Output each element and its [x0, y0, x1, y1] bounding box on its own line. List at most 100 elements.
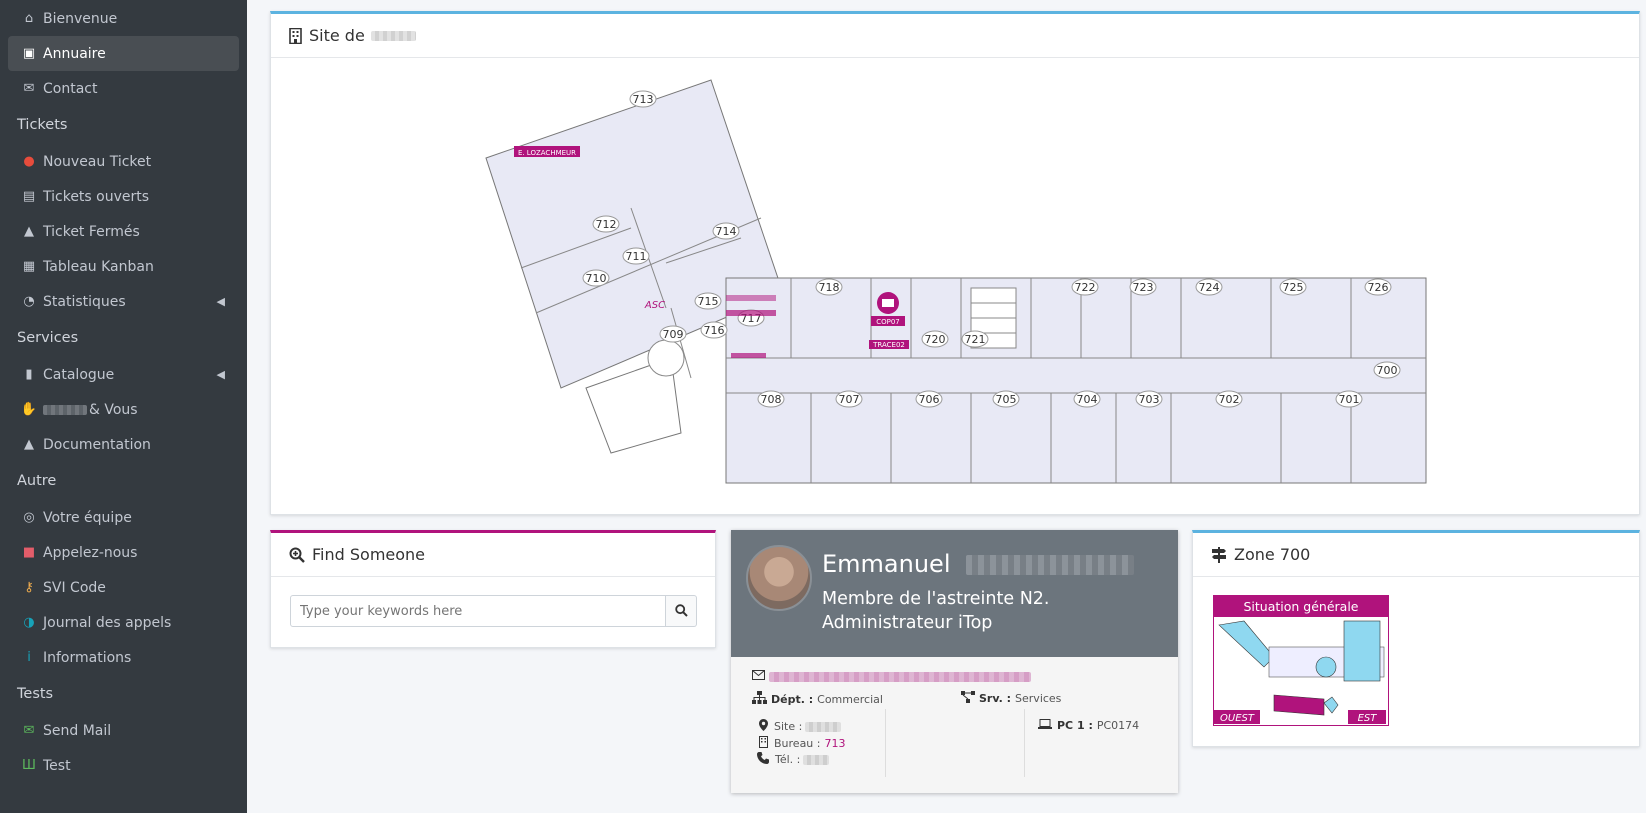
search-button[interactable]	[666, 595, 697, 627]
redacted-email[interactable]	[769, 671, 1031, 682]
room-710[interactable]: 710	[582, 269, 610, 287]
sidebar-item-label: Statistiques	[43, 293, 126, 310]
room-723[interactable]: 723	[1129, 278, 1157, 296]
room-705[interactable]: 705	[992, 390, 1020, 408]
divider	[1024, 709, 1025, 777]
sidebar-item-votre-equipe[interactable]: ◎ Votre équipe	[8, 500, 239, 535]
room-724[interactable]: 724	[1195, 278, 1223, 296]
phone-icon	[757, 752, 769, 767]
device-tag[interactable]: TRACE02	[872, 341, 905, 349]
sidebar-item-annuaire[interactable]: ▣ Annuaire	[8, 36, 239, 71]
room-label: 718	[819, 281, 840, 294]
search-group	[290, 595, 697, 627]
avatar	[746, 545, 812, 611]
sidebar-item-label: & Vous	[89, 401, 138, 418]
graduation-cap-icon: ▲	[24, 437, 34, 452]
room-726[interactable]: 726	[1364, 278, 1392, 296]
zone-title: Zone 700	[1234, 545, 1311, 564]
sidebar-item-informations[interactable]: i Informations	[8, 640, 239, 675]
find-someone-header: Find Someone	[271, 533, 715, 577]
sidebar-item-statistiques[interactable]: ◔ Statistiques ◀	[8, 284, 239, 319]
sidebar-item-send-mail[interactable]: ✉ Send Mail	[8, 713, 239, 748]
laptop-icon	[1038, 719, 1052, 732]
sidebar-item-svi-code[interactable]: ⚷ SVI Code	[8, 570, 239, 605]
room-716[interactable]: 716	[700, 321, 728, 339]
site-label: Site :	[774, 720, 803, 733]
sidebar-item-ticket-fermes[interactable]: ▲ Ticket Fermés	[8, 214, 239, 249]
room-702[interactable]: 702	[1215, 390, 1243, 408]
person-tag[interactable]: E. LOZACHMEUR	[518, 149, 576, 157]
room-700[interactable]: 700	[1373, 361, 1401, 379]
sidebar-item-appelez-nous[interactable]: ■ Appelez-nous	[8, 535, 239, 570]
sidebar-item-contact[interactable]: ✉ Contact	[8, 71, 239, 106]
sidebar-item-label: Journal des appels	[43, 614, 172, 631]
site-map-header: Site de	[271, 14, 1639, 58]
dept-row: Dépt. : Commercial	[752, 691, 883, 707]
room-703[interactable]: 703	[1135, 390, 1163, 408]
sidebar-item-tableau-kanban[interactable]: ▦ Tableau Kanban	[8, 249, 239, 284]
floor-plan[interactable]: 713712714711710ASC 715716709717718720 7217…	[271, 58, 1639, 514]
envelope-icon: ✉	[23, 81, 35, 96]
sidebar-item-vous[interactable]: ✋ & Vous	[8, 392, 239, 427]
sidebar-item-label: SVI Code	[43, 579, 106, 596]
room-ASC[interactable]: ASC	[644, 300, 665, 311]
room-713[interactable]: 713	[629, 90, 657, 108]
headset-icon: ◑	[23, 615, 35, 630]
room-label: 711	[626, 250, 647, 263]
profile-role-1: Membre de l'astreinte N2.	[822, 589, 1050, 609]
pc-row: PC 1 : PC0174	[1038, 719, 1139, 732]
room-label: 701	[1339, 393, 1360, 406]
bureau-label: Bureau :	[774, 737, 821, 750]
map-marker-icon	[759, 719, 768, 734]
sidebar-item-documentation[interactable]: ▲ Documentation	[8, 427, 239, 462]
zone-overview-map: OUEST EST	[1214, 620, 1386, 724]
room-718[interactable]: 718	[815, 278, 843, 296]
tachometer-icon: ◔	[23, 294, 35, 309]
room-708[interactable]: 708	[757, 390, 785, 408]
bureau-value[interactable]: 713	[824, 737, 845, 750]
info-icon: i	[27, 650, 31, 665]
zone-map-thumbnail[interactable]: Situation générale OUEST EST	[1213, 595, 1389, 726]
room-714[interactable]: 714	[712, 222, 740, 240]
sidebar-item-test[interactable]: Ш Test	[8, 748, 239, 783]
room-709[interactable]: 709	[659, 325, 687, 343]
sidebar-item-catalogue[interactable]: ▮ Catalogue ◀	[8, 357, 239, 392]
search-plus-icon	[289, 547, 305, 563]
printer-tag[interactable]: COP07	[876, 318, 900, 326]
sidebar: ⌂ Bienvenue ▣ Annuaire ✉ Contact Tickets ● Nouve…	[0, 0, 247, 813]
sidebar-item-bienvenue[interactable]: ⌂ Bienvenue	[8, 1, 239, 36]
room-712[interactable]: 712	[592, 215, 620, 233]
room-720[interactable]: 720	[921, 330, 949, 348]
sidebar-item-tickets-ouverts[interactable]: ▤ Tickets ouverts	[8, 179, 239, 214]
key-icon: ⚷	[24, 580, 34, 595]
room-label: 702	[1219, 393, 1240, 406]
room-label: ASC	[644, 300, 665, 311]
search-icon	[674, 602, 688, 621]
search-input[interactable]	[290, 595, 666, 627]
sidebar-item-nouveau-ticket[interactable]: ● Nouveau Ticket	[8, 144, 239, 179]
room-715[interactable]: 715	[694, 292, 722, 310]
room-722[interactable]: 722	[1071, 278, 1099, 296]
room-label: 708	[761, 393, 782, 406]
room-704[interactable]: 704	[1073, 390, 1101, 408]
site-map-title: Site de	[309, 26, 365, 45]
room-label: 726	[1368, 281, 1389, 294]
room-706[interactable]: 706	[915, 390, 943, 408]
sidebar-item-journal-des-appels[interactable]: ◑ Journal des appels	[8, 605, 239, 640]
signs-icon	[1211, 546, 1227, 563]
room-707[interactable]: 707	[835, 390, 863, 408]
room-721[interactable]: 721	[961, 330, 989, 348]
room-label: 707	[839, 393, 860, 406]
phone-square-icon: ■	[22, 545, 36, 560]
room-label: 714	[716, 225, 737, 238]
sidebar-item-label: Informations	[43, 649, 132, 666]
pc-value: PC0174	[1096, 719, 1140, 732]
site-map-card: Site de 713 712 714 711 710 ASC 715 716 …	[270, 11, 1640, 515]
room-711[interactable]: 711	[622, 247, 650, 265]
room-701[interactable]: 701	[1335, 390, 1363, 408]
email-row	[752, 670, 1031, 683]
building-icon	[289, 27, 302, 44]
room-label: 703	[1139, 393, 1160, 406]
building-small-icon	[759, 736, 768, 751]
room-725[interactable]: 725	[1279, 278, 1307, 296]
